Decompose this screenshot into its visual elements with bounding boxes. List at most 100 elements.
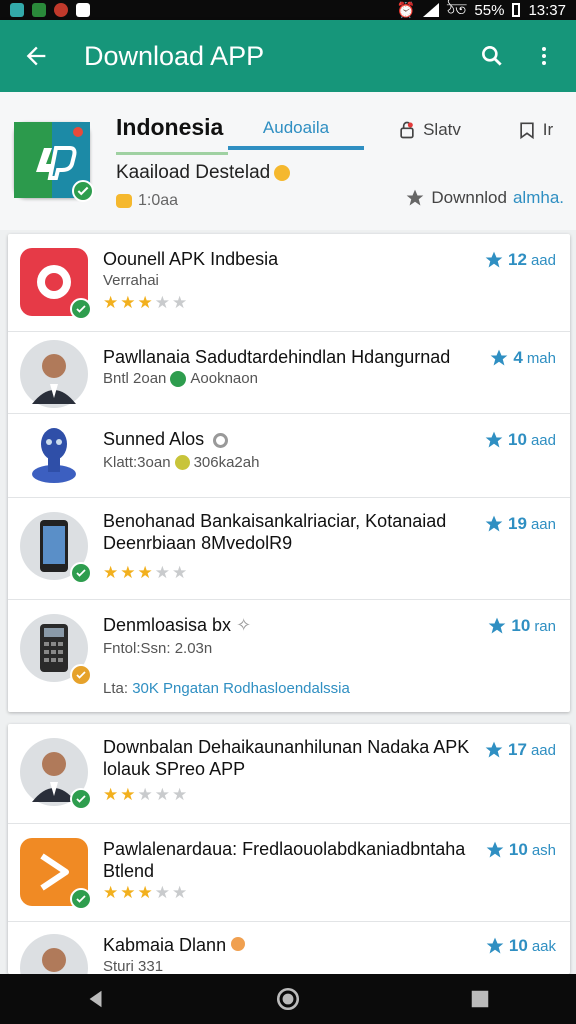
- item-badge[interactable]: 10 aak: [485, 936, 556, 956]
- verified-icon: [70, 888, 92, 910]
- badge-number: 10: [511, 616, 531, 635]
- badge-unit: aak: [531, 937, 556, 955]
- signal-icon: [423, 3, 440, 17]
- star-icon: ★: [120, 293, 136, 312]
- star-icon: [485, 515, 503, 532]
- search-icon: [482, 46, 502, 66]
- search-button[interactable]: [472, 36, 512, 76]
- subtitle-text: Verrahai: [103, 272, 159, 289]
- avatar: [20, 738, 92, 810]
- subtitle-extra: Aooknaon: [190, 370, 258, 387]
- badge-number: 10: [508, 840, 528, 859]
- star-icon: [486, 841, 504, 858]
- link-text: 30K Pngatan Rodhasloendalssia: [132, 680, 350, 697]
- star-icon: ★: [172, 883, 188, 902]
- rating-stars: ★ ★ ★ ★ ★: [103, 294, 187, 312]
- badge-number: 12: [508, 250, 527, 269]
- tab-label: Ir: [542, 120, 554, 139]
- page-title: Download APP: [84, 40, 265, 71]
- list-item[interactable]: Downbalan Dehaikaunanhilunan Nadaka APK …: [8, 724, 570, 824]
- tab-indicator: [116, 152, 228, 155]
- star-icon: ★: [154, 883, 170, 902]
- list-item[interactable]: Pawlalenardaua: Fredlaouolabdkaniadbntah…: [8, 824, 570, 922]
- badge-unit: aad: [530, 741, 556, 759]
- subtitle-text: Sturi 331: [103, 958, 164, 974]
- person-icon: [42, 948, 66, 972]
- badge-unit: aad: [530, 431, 556, 449]
- download-accent: almha.: [512, 188, 564, 207]
- star-icon: ★: [137, 883, 153, 902]
- back-triangle-icon: [89, 990, 102, 1008]
- subtitle-text: Bntl 2oan: [103, 370, 167, 387]
- arrow-back-icon: [26, 46, 46, 66]
- home-circle-icon: [276, 987, 300, 1011]
- clock: 13:37: [528, 1, 566, 19]
- item-subtitle: Fntol:Ssn: 2.03n: [103, 640, 212, 657]
- badge-number: 19: [508, 514, 527, 533]
- avatar: [20, 340, 88, 408]
- list-item[interactable]: Benohanad Bankaisankalriaciar, Kotanaiad…: [8, 498, 570, 600]
- item-badge[interactable]: 19 aan: [484, 514, 556, 534]
- notification-icon: [54, 3, 68, 17]
- nav-back-button[interactable]: [72, 979, 120, 1019]
- item-title: Benohanad Bankaisankalriaciar, Kotanaiad…: [103, 511, 447, 553]
- star-icon: ★: [120, 785, 136, 804]
- title-text: Denmloasisa bx: [103, 615, 232, 635]
- battery-icon: [512, 3, 521, 17]
- nav-home-button[interactable]: [264, 979, 312, 1019]
- subtitle-extra: 306ka2ah: [193, 454, 260, 471]
- subtitle-text: Kaaiload Destelad: [116, 162, 271, 183]
- badge-number: 10: [508, 936, 528, 955]
- star-icon: ★: [137, 563, 153, 582]
- list-item[interactable]: Denmloasisa bx ✧ Fntol:Ssn: 2.03n Lta: 3…: [8, 600, 570, 712]
- emoji-icon: [174, 455, 190, 470]
- star-icon: ★: [154, 293, 170, 312]
- item-title: Denmloasisa bx ✧: [103, 614, 483, 636]
- item-badge[interactable]: 10 ash: [485, 840, 556, 860]
- list-item[interactable]: Kabmaia Dlann Sturi 331 10 aak: [8, 922, 570, 974]
- list-item[interactable]: Pawllanaia Sadudtardehindlan Hdangurnad …: [8, 332, 570, 414]
- navigation-bar: [0, 974, 576, 1024]
- star-icon: ★: [120, 883, 136, 902]
- badge-unit: aan: [530, 515, 556, 533]
- subtitle-text: Fntol:Ssn: 2.03n: [103, 640, 213, 657]
- item-subtitle: Bntl 2oan Aooknaon: [103, 370, 258, 387]
- item-title: Oounell APK Indbesia: [103, 249, 279, 269]
- item-title: Sunned Alos: [103, 428, 483, 450]
- bookmark-icon: [520, 122, 534, 140]
- tab-slatv[interactable]: Slatv: [364, 110, 494, 150]
- nav-recents-button[interactable]: [456, 979, 504, 1019]
- item-badge[interactable]: 10 aad: [484, 430, 556, 450]
- verified-icon: [70, 664, 92, 686]
- verified-icon: [70, 788, 92, 810]
- overflow-menu-button[interactable]: [524, 36, 564, 76]
- star-icon: ★: [103, 293, 119, 312]
- item-badge[interactable]: 10 ran: [487, 616, 556, 636]
- rating-stars: ★ ★ ★ ★ ★: [103, 786, 187, 804]
- item-badge[interactable]: 12 aad: [484, 250, 556, 270]
- item-title: Kabmaia Dlann: [103, 934, 483, 956]
- item-link[interactable]: Lta: 30K Pngatan Rodhasloendalssia: [103, 680, 350, 697]
- status-bar: ⏰ ঠত 55% 13:37: [0, 0, 576, 20]
- header-meta: 1:0aa: [116, 192, 178, 210]
- download-action[interactable]: Downnlod almha.: [405, 188, 564, 208]
- meta-text: 1:0aa: [138, 192, 179, 209]
- gallery-icon: [76, 3, 90, 17]
- tab-audoaila[interactable]: Audoaila: [228, 110, 364, 150]
- alarm-icon: ⏰: [396, 2, 416, 19]
- star-icon: [485, 741, 503, 758]
- rating-stars: ★ ★ ★ ★ ★: [103, 564, 187, 582]
- title-text: Sunned Alos: [103, 429, 205, 449]
- app-thumbnail: [20, 248, 92, 320]
- back-button[interactable]: [16, 36, 56, 76]
- verified-icon: [70, 298, 92, 320]
- item-badge[interactable]: 4 mah: [489, 348, 556, 368]
- app-header: Indonesia Audoaila Slatv Ir Kaaiload Des…: [0, 92, 576, 230]
- item-title: Downbalan Dehaikaunanhilunan Nadaka APK …: [103, 737, 470, 779]
- item-badge[interactable]: 17 aad: [484, 740, 556, 760]
- app-thumbnail: [20, 512, 92, 584]
- list-item[interactable]: Oounell APK Indbesia Verrahai ★ ★ ★ ★ ★ 12 a…: [8, 234, 570, 332]
- tab-ir[interactable]: Ir: [494, 110, 576, 150]
- list-item[interactable]: Sunned Alos Klatt:3oan 306ka2ah 10 aad: [8, 414, 570, 498]
- app-icon[interactable]: [14, 122, 94, 202]
